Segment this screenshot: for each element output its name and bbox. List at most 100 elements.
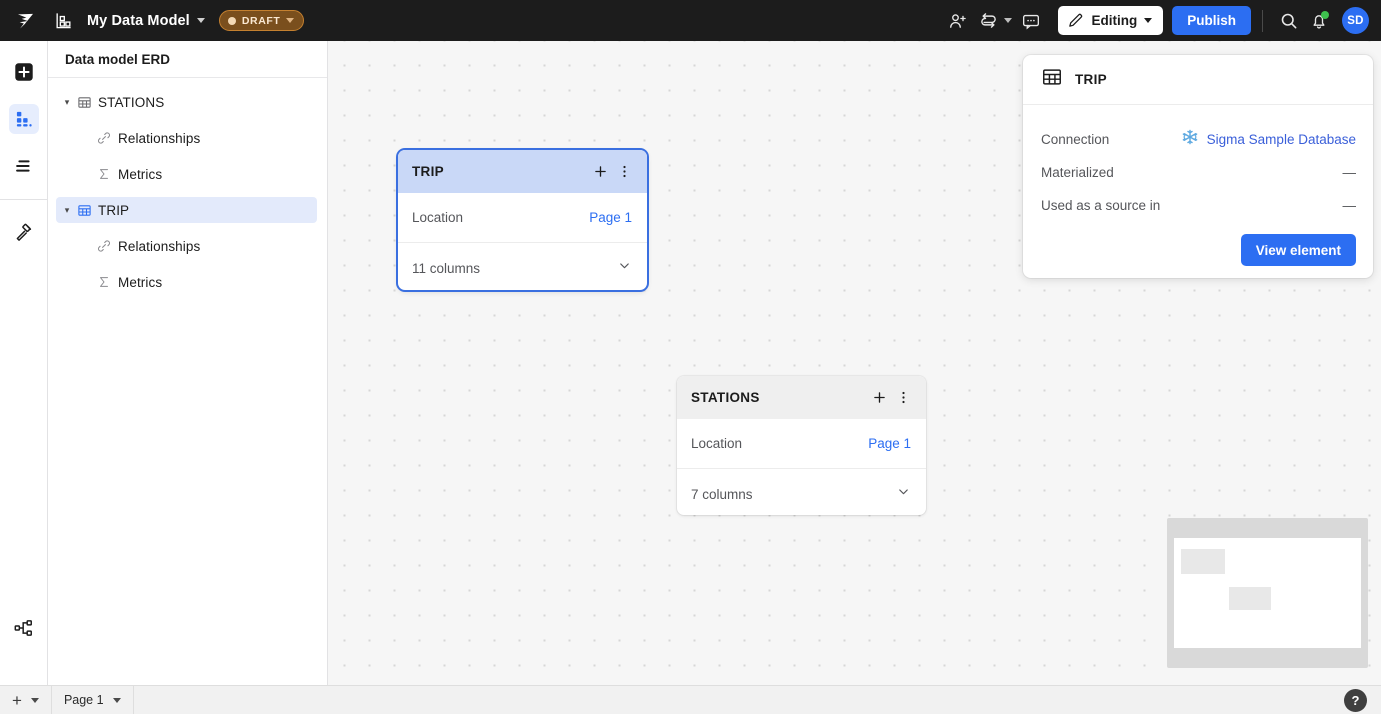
tree-item-trip[interactable]: ▾ TRIP bbox=[56, 197, 317, 223]
add-page-button[interactable]: + bbox=[0, 685, 52, 714]
chevron-down-icon bbox=[286, 18, 295, 23]
lineage-node-icon[interactable] bbox=[9, 613, 39, 643]
chevron-down-icon bbox=[30, 697, 39, 703]
element-detail-panel: TRIP Connection Sigma Sample Database Ma… bbox=[1023, 55, 1373, 278]
detail-row-value: — bbox=[1342, 165, 1357, 180]
editing-mode-button[interactable]: Editing bbox=[1058, 6, 1164, 35]
erd-card-columns-label: 7 columns bbox=[691, 486, 753, 502]
status-badge[interactable]: DRAFT bbox=[218, 10, 305, 31]
tree-item-stations-relationships[interactable]: Relationships bbox=[56, 125, 317, 151]
workbook-grid-icon[interactable] bbox=[48, 6, 78, 36]
editing-mode-label: Editing bbox=[1091, 13, 1138, 28]
publish-button[interactable]: Publish bbox=[1172, 6, 1251, 35]
tree-item-label: Relationships bbox=[118, 130, 201, 146]
tree-item-label: Metrics bbox=[118, 166, 163, 182]
elements-tree-panel: Data model ERD ▾ STATIONS Relationships … bbox=[48, 41, 328, 685]
tree-body: ▾ STATIONS Relationships Metrics ▾ TRIP … bbox=[48, 78, 327, 295]
minimap-card bbox=[1181, 549, 1225, 574]
sigma-icon bbox=[94, 275, 114, 289]
chevron-down-icon[interactable] bbox=[196, 18, 205, 23]
minimap-viewport bbox=[1174, 538, 1361, 648]
detail-row-value: — bbox=[1342, 198, 1357, 213]
link-icon bbox=[94, 239, 114, 253]
sigma-icon bbox=[94, 167, 114, 181]
erd-card-stations[interactable]: STATIONS Location Page 1 7 columns bbox=[677, 376, 926, 515]
detail-row-key: Connection bbox=[1041, 132, 1110, 147]
connection-value[interactable]: Sigma Sample Database bbox=[1181, 128, 1356, 151]
table-icon bbox=[74, 95, 94, 110]
status-dot-icon bbox=[227, 16, 236, 25]
tree-item-trip-relationships[interactable]: Relationships bbox=[56, 233, 317, 259]
erd-card-row: Location Page 1 bbox=[398, 193, 647, 243]
detail-row-materialized: Materialized — bbox=[1041, 156, 1356, 189]
bell-icon[interactable] bbox=[1304, 6, 1334, 36]
detail-row-used-as-source: Used as a source in — bbox=[1041, 189, 1356, 222]
detail-panel-body: Connection Sigma Sample Database Materia… bbox=[1023, 105, 1373, 266]
snowflake-icon bbox=[1181, 128, 1199, 151]
table-icon bbox=[1041, 66, 1063, 93]
detail-panel-title: TRIP bbox=[1075, 72, 1107, 87]
tree-item-stations[interactable]: ▾ STATIONS bbox=[56, 89, 317, 115]
top-bar: My Data Model DRAFT Editing Publish SD bbox=[0, 0, 1381, 41]
tree-item-trip-metrics[interactable]: Metrics bbox=[56, 269, 317, 295]
erd-card-row-label: Location bbox=[691, 436, 743, 451]
tree-item-stations-metrics[interactable]: Metrics bbox=[56, 161, 317, 187]
erd-card-columns-label: 11 columns bbox=[412, 260, 481, 276]
link-icon bbox=[94, 131, 114, 145]
chevron-down-icon[interactable]: ▾ bbox=[60, 205, 74, 215]
top-bar-right: Editing Publish SD bbox=[943, 6, 1369, 36]
erd-card-row-link[interactable]: Page 1 bbox=[868, 436, 911, 451]
detail-row-connection: Connection Sigma Sample Database bbox=[1041, 123, 1356, 156]
erd-card-columns-toggle[interactable]: 7 columns bbox=[677, 469, 926, 515]
sigma-origami-bird-logo-icon[interactable] bbox=[10, 6, 40, 36]
chevron-down-icon[interactable] bbox=[1004, 18, 1013, 23]
plus-icon[interactable] bbox=[867, 386, 891, 410]
erd-card-trip[interactable]: TRIP Location Page 1 11 columns bbox=[398, 150, 647, 290]
add-person-icon[interactable] bbox=[943, 6, 973, 36]
plus-icon[interactable] bbox=[588, 160, 612, 184]
top-bar-left: My Data Model DRAFT bbox=[10, 6, 305, 36]
gavel-icon[interactable] bbox=[9, 218, 39, 248]
tree-item-label: Relationships bbox=[118, 238, 201, 254]
erd-card-columns-toggle[interactable]: 11 columns bbox=[398, 243, 647, 290]
chevron-down-icon bbox=[1144, 18, 1153, 23]
detail-panel-actions: View element bbox=[1041, 234, 1356, 266]
plus-icon: + bbox=[12, 690, 22, 710]
view-element-button[interactable]: View element bbox=[1240, 234, 1356, 266]
minimap-card bbox=[1229, 587, 1271, 610]
more-vertical-icon[interactable] bbox=[891, 386, 915, 410]
erd-card-row-link[interactable]: Page 1 bbox=[589, 210, 632, 225]
chevron-down-icon bbox=[617, 258, 632, 278]
toolbar-divider bbox=[1262, 9, 1263, 32]
status-badge-label: DRAFT bbox=[241, 14, 281, 27]
connection-name[interactable]: Sigma Sample Database bbox=[1207, 132, 1356, 147]
comment-bubble-icon[interactable] bbox=[1016, 6, 1046, 36]
page-tab-label: Page 1 bbox=[63, 693, 104, 707]
help-button[interactable]: ? bbox=[1344, 688, 1367, 712]
blocks-icon[interactable] bbox=[8, 104, 39, 134]
tree-item-label: TRIP bbox=[98, 202, 130, 218]
avatar[interactable]: SD bbox=[1342, 7, 1369, 34]
chevron-down-icon bbox=[896, 484, 911, 504]
notification-dot-icon bbox=[1321, 10, 1329, 19]
detail-panel-header: TRIP bbox=[1023, 55, 1373, 105]
page-tab-page-1[interactable]: Page 1 bbox=[52, 685, 134, 714]
workbook-title[interactable]: My Data Model bbox=[87, 13, 190, 29]
plus-square-icon[interactable] bbox=[9, 57, 39, 87]
more-vertical-icon[interactable] bbox=[612, 160, 636, 184]
tree-header: Data model ERD bbox=[48, 41, 327, 78]
tree-item-label: Metrics bbox=[118, 274, 163, 290]
chevron-down-icon[interactable]: ▾ bbox=[60, 97, 74, 107]
version-history-icon[interactable] bbox=[973, 6, 1003, 36]
rail-divider bbox=[0, 199, 47, 200]
erd-card-title: STATIONS bbox=[691, 390, 760, 405]
erd-card-row: Location Page 1 bbox=[677, 419, 926, 469]
detail-row-key: Materialized bbox=[1041, 165, 1114, 180]
detail-row-key: Used as a source in bbox=[1041, 198, 1161, 213]
canvas-minimap[interactable] bbox=[1167, 518, 1368, 668]
erd-card-row-label: Location bbox=[412, 210, 464, 225]
erd-card-title: TRIP bbox=[412, 164, 444, 179]
list-lines-icon[interactable] bbox=[9, 151, 39, 181]
pencil-icon bbox=[1069, 13, 1083, 27]
search-icon[interactable] bbox=[1274, 6, 1304, 36]
